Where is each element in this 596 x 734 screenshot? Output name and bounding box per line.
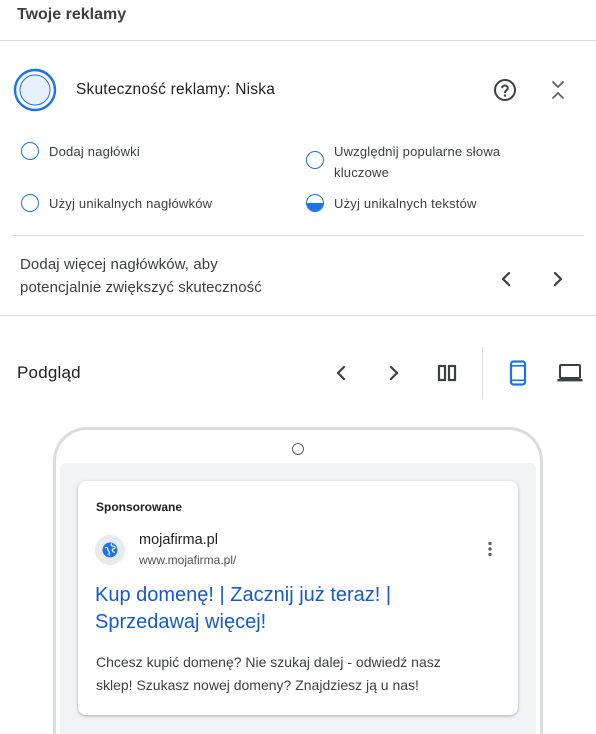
tip-label: Użyj unikalnych tekstów	[334, 196, 477, 211]
ad-description-line1: Chcesz kupić domenę? Nie szukaj dalej - …	[96, 654, 441, 670]
ad-site-name: mojafirma.pl	[139, 532, 218, 548]
ad-display-url: www.mojafirma.pl/	[139, 553, 237, 567]
desktop-icon[interactable]	[556, 361, 584, 385]
help-icon[interactable]	[492, 77, 518, 103]
ad-strength-row: Skuteczność reklamy: Niska	[0, 41, 596, 137]
collapse-icon[interactable]	[546, 77, 570, 103]
vertical-divider	[482, 347, 483, 399]
suggestion-text: Dodaj więcej nagłówków, aby potencjalnie…	[20, 253, 320, 299]
suggestion-next-chevron-right-icon[interactable]	[546, 267, 570, 291]
split-view-icon[interactable]	[435, 361, 459, 385]
phone-camera-icon	[292, 443, 304, 455]
more-options-icon[interactable]	[482, 539, 498, 559]
preview-title: Podgląd	[17, 363, 81, 382]
globe-icon	[95, 535, 125, 565]
tip-label: Dodaj nagłówki	[49, 144, 140, 159]
tip-unique-descriptions[interactable]: Użyj unikalnych tekstów	[306, 193, 477, 214]
suggestion-prev-chevron-left-icon[interactable]	[494, 267, 518, 291]
tip-progress-half-circle-icon	[306, 194, 324, 212]
mobile-icon[interactable]	[505, 359, 531, 387]
ad-description: Chcesz kupić domenę? Nie szukaj dalej - …	[96, 651, 506, 697]
ad-preview-card: Sponsorowane mojafirma.pl www.mojafirma.…	[78, 481, 518, 715]
preview-prev-chevron-left-icon[interactable]	[329, 361, 353, 385]
tip-label-line2: kluczowe	[334, 165, 390, 180]
tip-unique-headlines[interactable]: Użyj unikalnych nagłówków	[21, 193, 212, 214]
tip-progress-circle-icon	[21, 142, 39, 160]
tip-progress-circle-icon	[306, 151, 324, 169]
tip-label: Uwzględnij popularne słowa kluczowe	[334, 141, 500, 183]
ad-headline-line2: Sprzedawaj więcej!	[95, 611, 267, 633]
ad-strength-meter-icon	[13, 68, 57, 112]
divider	[12, 235, 584, 236]
suggestion-line2: potencjalnie zwiększyć skuteczność	[20, 279, 262, 296]
tip-add-headlines[interactable]: Dodaj nagłówki	[21, 141, 140, 162]
tip-label-line1: Uwzględnij popularne słowa	[334, 144, 501, 159]
tip-popular-keywords[interactable]: Uwzględnij popularne słowa kluczowe	[306, 141, 500, 183]
ad-headline-line1: Kup domenę! | Zacznij już teraz! |	[95, 584, 392, 606]
sponsored-label: Sponsorowane	[96, 500, 183, 514]
ad-description-line2: sklep! Szukasz nowej domeny? Znajdziesz …	[96, 677, 419, 693]
ad-headline-link[interactable]: Kup domenę! | Zacznij już teraz! | Sprze…	[95, 582, 495, 636]
tip-progress-circle-icon	[21, 194, 39, 212]
divider	[0, 315, 596, 316]
ad-strength-label: Skuteczność reklamy: Niska	[76, 81, 276, 98]
panel-title: Twoje reklamy	[17, 6, 127, 23]
tip-label: Użyj unikalnych nagłówków	[49, 196, 213, 211]
suggestion-line1: Dodaj więcej nagłówków, aby	[20, 256, 218, 273]
panel-header: Twoje reklamy	[0, 0, 596, 41]
preview-next-chevron-right-icon[interactable]	[382, 361, 406, 385]
